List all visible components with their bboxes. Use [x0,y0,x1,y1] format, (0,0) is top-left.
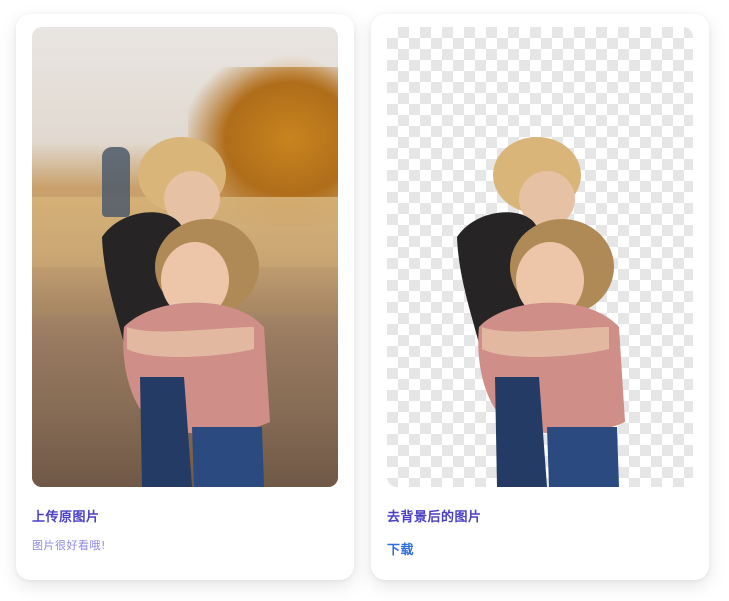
result-card-title: 去背景后的图片 [387,510,482,525]
original-card-subtitle: 图片很好看哦! [32,539,106,552]
original-card-title: 上传原图片 [32,510,100,525]
original-photo [32,27,338,487]
photo-children-subject [102,137,270,487]
cutout-children-subject [457,137,625,487]
download-link[interactable]: 下载 [387,539,414,558]
original-image-card: 上传原图片 图片很好看哦! [16,14,354,580]
transparent-background-preview [387,27,693,487]
result-image-card: 去背景后的图片 下载 [371,14,709,580]
